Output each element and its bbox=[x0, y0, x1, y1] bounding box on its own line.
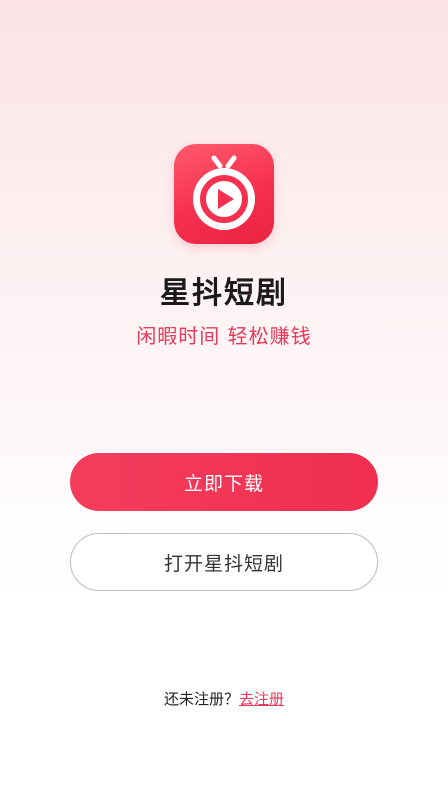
register-prompt-text: 还未注册？ bbox=[163, 690, 239, 708]
app-name: 星抖短剧 bbox=[160, 276, 288, 311]
app-logo bbox=[174, 144, 274, 244]
app-slogan: 闲暇时间 轻松赚钱 bbox=[136, 324, 312, 348]
register-prompt-row: 还未注册？去注册 bbox=[0, 688, 448, 709]
open-app-button[interactable]: 打开星抖短剧 bbox=[70, 533, 378, 591]
register-link[interactable]: 去注册 bbox=[239, 690, 284, 708]
play-tv-icon bbox=[193, 155, 255, 230]
landing-screen: 星抖短剧 闲暇时间 轻松赚钱 立即下载 打开星抖短剧 还未注册？去注册 bbox=[0, 0, 448, 798]
download-button[interactable]: 立即下载 bbox=[70, 453, 378, 511]
